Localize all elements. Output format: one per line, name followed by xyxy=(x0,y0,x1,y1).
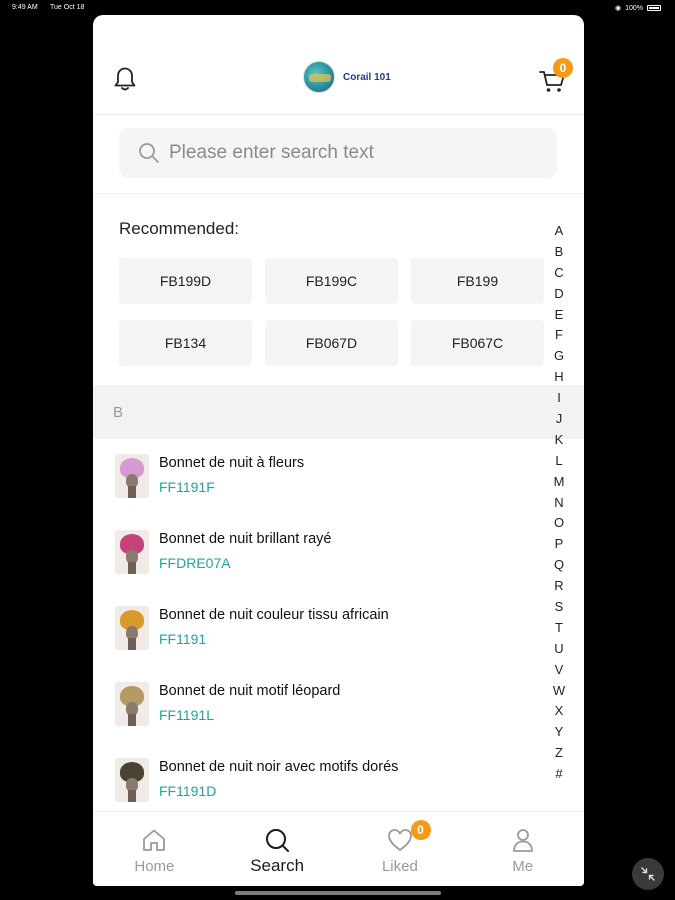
alphabet-index-letter[interactable]: C xyxy=(554,263,563,284)
recommended-chip[interactable]: FB199D xyxy=(119,258,252,304)
product-thumbnail xyxy=(115,606,149,650)
section-letter: B xyxy=(113,404,124,421)
search-box[interactable] xyxy=(119,128,557,178)
alphabet-index-letter[interactable]: # xyxy=(555,764,562,785)
product-thumbnail xyxy=(115,758,149,802)
alphabet-index-letter[interactable]: W xyxy=(553,681,565,702)
alphabet-index-letter[interactable]: R xyxy=(554,576,563,597)
recommended-chip[interactable]: FB199 xyxy=(411,258,544,304)
alphabet-index-letter[interactable]: F xyxy=(555,325,563,346)
brand-logo xyxy=(303,61,335,93)
alphabet-index[interactable]: A B C D E F G H I J K L M N O P Q R S T U V W X Y Z # xyxy=(549,221,569,785)
status-time: 9:49 AM xyxy=(12,4,38,11)
liked-count-badge: 0 xyxy=(410,820,431,840)
product-code: FF1191D xyxy=(159,783,217,799)
alphabet-index-letter[interactable]: O xyxy=(554,513,564,534)
product-name: Bonnet de nuit brillant rayé xyxy=(159,531,332,547)
search-icon xyxy=(139,143,159,163)
wifi-icon: ◉ xyxy=(614,5,622,12)
tab-label: Search xyxy=(250,856,305,875)
search-input[interactable] xyxy=(169,138,539,168)
alphabet-index-letter[interactable]: H xyxy=(554,367,563,388)
alphabet-index-letter[interactable]: B xyxy=(555,242,564,263)
alphabet-index-letter[interactable]: A xyxy=(555,221,564,242)
tab-bar: Home Search Liked 0 Me xyxy=(93,811,584,886)
list-item[interactable]: Bonnet de nuit noir avec motifs dorés FF… xyxy=(115,743,545,819)
alphabet-index-letter[interactable]: Y xyxy=(555,722,564,743)
tab-home[interactable]: Home xyxy=(93,812,216,886)
section-header: B xyxy=(93,385,584,439)
alphabet-index-letter[interactable]: X xyxy=(555,701,564,722)
product-name: Bonnet de nuit noir avec motifs dorés xyxy=(159,759,399,775)
product-thumbnail xyxy=(115,530,149,574)
product-code: FF1191 xyxy=(159,631,207,647)
alphabet-index-letter[interactable]: N xyxy=(554,493,563,514)
thumb-neck xyxy=(128,638,136,650)
alphabet-index-letter[interactable]: J xyxy=(556,409,563,430)
collapse-icon xyxy=(641,867,655,881)
status-date: Tue Oct 18 xyxy=(50,4,85,11)
search-icon xyxy=(266,829,290,852)
product-name: Bonnet de nuit motif léopard xyxy=(159,683,341,699)
recommended-chip[interactable]: FB134 xyxy=(119,320,252,366)
tab-label: Liked xyxy=(381,858,418,875)
tab-label: Me xyxy=(512,858,534,875)
header: Corail 101 0 xyxy=(93,15,584,115)
product-code: FFDRE07A xyxy=(159,555,231,571)
brand-name: Corail 101 xyxy=(343,71,391,83)
tab-me[interactable]: Me xyxy=(461,812,584,886)
product-thumbnail xyxy=(115,682,149,726)
alphabet-index-letter[interactable]: D xyxy=(554,284,563,305)
alphabet-index-letter[interactable]: Q xyxy=(554,555,564,576)
list-item[interactable]: Bonnet de nuit à fleurs FF1191F xyxy=(115,439,545,515)
alphabet-index-letter[interactable]: P xyxy=(555,534,564,555)
cart-count-badge: 0 xyxy=(553,58,573,78)
product-list: Bonnet de nuit à fleurs FF1191F Bonnet d… xyxy=(115,439,545,819)
battery-icon xyxy=(647,5,661,11)
alphabet-index-letter[interactable]: K xyxy=(555,430,564,451)
search-area xyxy=(93,116,584,194)
recommended-chip[interactable]: FB199C xyxy=(265,258,398,304)
list-item[interactable]: Bonnet de nuit brillant rayé FFDRE07A xyxy=(115,515,545,591)
recommended-chip[interactable]: FB067D xyxy=(265,320,398,366)
recommended-chips: FB199D FB199C FB199 FB134 FB067D FB067C xyxy=(119,258,545,366)
alphabet-index-letter[interactable]: G xyxy=(554,346,564,367)
thumb-neck xyxy=(128,486,136,498)
thumb-neck xyxy=(128,562,136,574)
thumb-neck xyxy=(128,790,136,802)
status-bar: 9:49 AM Tue Oct 18 ◉ 100% xyxy=(0,0,675,16)
alphabet-index-letter[interactable]: Z xyxy=(555,743,563,764)
bell-icon[interactable] xyxy=(111,65,139,93)
brand[interactable]: Corail 101 xyxy=(303,61,391,93)
home-indicator[interactable] xyxy=(235,891,441,895)
exit-fullscreen-button[interactable] xyxy=(632,858,664,890)
alphabet-index-letter[interactable]: S xyxy=(555,597,564,618)
product-code: FF1191F xyxy=(159,479,215,495)
product-thumbnail xyxy=(115,454,149,498)
battery-percent: 100% xyxy=(625,4,643,12)
recommended-title: Recommended: xyxy=(119,219,240,238)
tab-label: Home xyxy=(134,858,175,875)
list-item[interactable]: Bonnet de nuit couleur tissu africain FF… xyxy=(115,591,545,667)
status-right: ◉ 100% xyxy=(615,4,661,12)
tab-liked[interactable]: Liked 0 xyxy=(339,812,462,886)
alphabet-index-letter[interactable]: V xyxy=(555,660,564,681)
alphabet-index-letter[interactable]: T xyxy=(555,618,563,639)
tab-search[interactable]: Search xyxy=(216,812,339,886)
thumb-neck xyxy=(128,714,136,726)
alphabet-index-letter[interactable]: U xyxy=(554,639,563,660)
product-name: Bonnet de nuit à fleurs xyxy=(159,455,305,471)
product-code: FF1191L xyxy=(159,707,214,723)
heart-icon xyxy=(387,829,412,851)
recommended-chip[interactable]: FB067C xyxy=(411,320,544,366)
user-icon xyxy=(512,829,533,852)
app-window: Corail 101 0 Recommended: FB199D FB199C … xyxy=(93,15,584,886)
alphabet-index-letter[interactable]: E xyxy=(555,305,564,326)
alphabet-index-letter[interactable]: L xyxy=(555,451,562,472)
alphabet-index-letter[interactable]: M xyxy=(554,472,565,493)
list-item[interactable]: Bonnet de nuit motif léopard FF1191L xyxy=(115,667,545,743)
product-name: Bonnet de nuit couleur tissu africain xyxy=(159,607,389,623)
alphabet-index-letter[interactable]: I xyxy=(557,388,561,409)
home-icon xyxy=(143,829,166,851)
